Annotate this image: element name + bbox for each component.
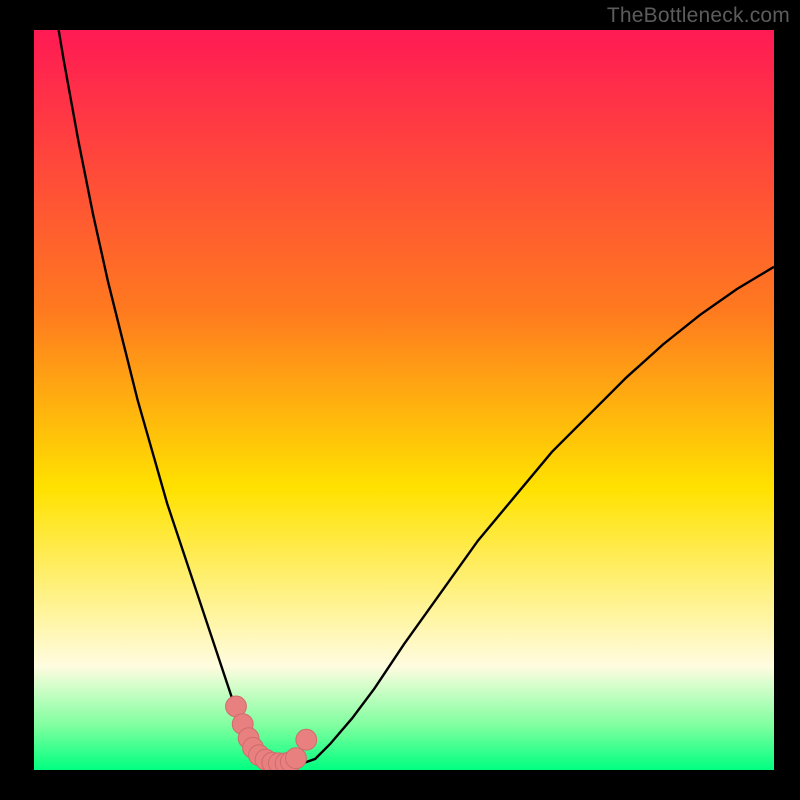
- marker-dot: [296, 729, 317, 750]
- marker-dot: [286, 748, 307, 769]
- gradient-panel: [34, 30, 774, 770]
- chart-stage: TheBottleneck.com: [0, 0, 800, 800]
- bottleneck-chart: [0, 0, 800, 800]
- watermark-text: TheBottleneck.com: [607, 4, 790, 28]
